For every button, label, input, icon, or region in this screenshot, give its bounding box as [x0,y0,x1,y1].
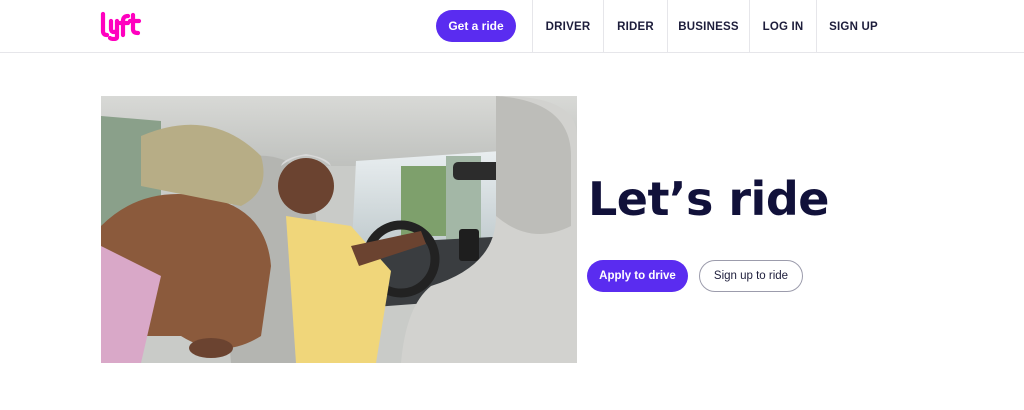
sign-up-to-ride-button[interactable]: Sign up to ride [699,260,803,292]
nav-driver[interactable]: DRIVER [532,0,603,53]
main-nav: DRIVER RIDER BUSINESS LOG IN SIGN UP [532,0,890,53]
hero-headline: Let’s ride [588,172,829,226]
site-header: Get a ride DRIVER RIDER BUSINESS LOG IN … [0,0,1024,53]
nav-sign-up[interactable]: SIGN UP [816,0,890,53]
apply-to-drive-button[interactable]: Apply to drive [587,260,688,292]
get-a-ride-button[interactable]: Get a ride [436,10,516,42]
nav-log-in[interactable]: LOG IN [749,0,816,53]
hero-image [101,96,577,363]
nav-business[interactable]: BUSINESS [667,0,749,53]
rideshare-photo-icon [101,96,577,363]
nav-rider[interactable]: RIDER [603,0,667,53]
lyft-logo[interactable] [100,11,142,41]
